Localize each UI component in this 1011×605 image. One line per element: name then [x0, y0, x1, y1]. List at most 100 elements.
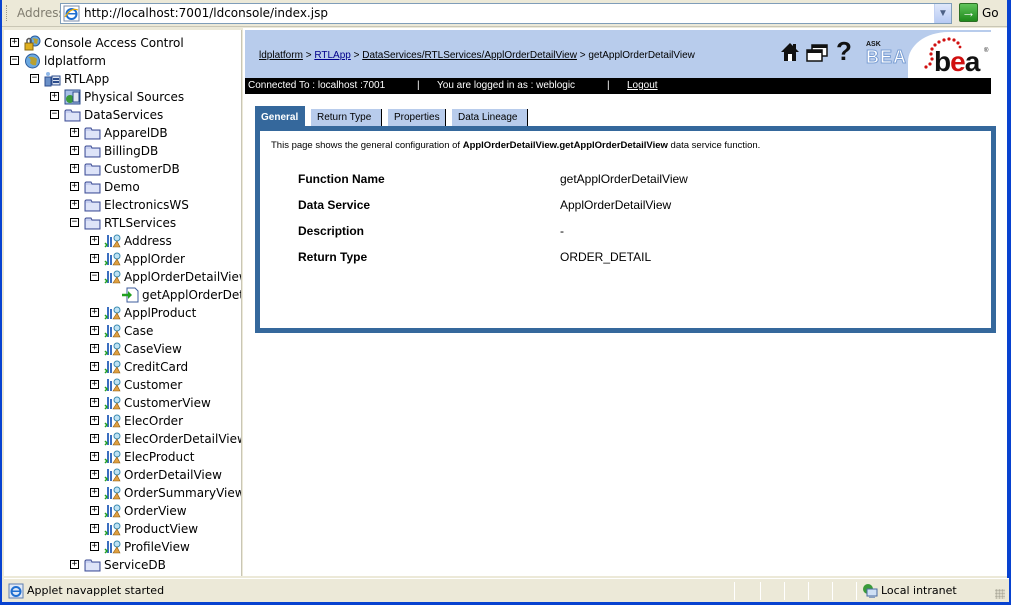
expand-icon[interactable]: + [10, 38, 19, 47]
ask-bea-button[interactable]: ASK BEA [865, 41, 910, 68]
tree-item[interactable]: − RTLApp [4, 70, 241, 88]
toolbar-grip[interactable] [6, 5, 9, 21]
expand-icon[interactable]: + [90, 506, 99, 515]
breadcrumb-link-ldplatform[interactable]: ldplatform [259, 50, 303, 61]
collapse-icon[interactable]: − [70, 218, 79, 227]
tree-item[interactable]: − ApplOrderDetailView [4, 268, 241, 286]
go-button[interactable]: → Go [957, 3, 1007, 23]
tree-item-label: ApplOrder [124, 252, 185, 266]
tree-item[interactable]: + OrderView [4, 502, 241, 520]
resize-grip[interactable] [995, 589, 1005, 599]
tree-item[interactable]: + BillingDB [4, 142, 241, 160]
data-service-icon [104, 413, 121, 429]
tree-item-label: getApplOrderDetailView [142, 288, 241, 302]
breadcrumb-link-dataservice[interactable]: DataServices/RTLServices/ApplOrderDetail… [362, 50, 577, 61]
tree-item[interactable]: + ElectronicsWS [4, 196, 241, 214]
tab-general[interactable]: General [255, 106, 305, 126]
expand-icon[interactable]: + [90, 380, 99, 389]
logout-link[interactable]: Logout [627, 80, 658, 91]
data-service-icon [104, 377, 121, 393]
expand-icon[interactable]: + [90, 434, 99, 443]
tree-item[interactable]: + Customer [4, 376, 241, 394]
tree-item[interactable]: + CreditCard [4, 358, 241, 376]
data-service-icon [104, 449, 121, 465]
tree-item[interactable]: + Console Access Control [4, 34, 241, 52]
tree-item[interactable]: + OrderSummaryView [4, 484, 241, 502]
expand-icon[interactable]: + [70, 200, 79, 209]
help-icon[interactable]: ? [836, 36, 852, 67]
bea-logo-text: bea [934, 46, 980, 77]
tree-item[interactable]: + Case [4, 322, 241, 340]
tree-item-label: CaseView [124, 342, 182, 356]
expand-icon[interactable]: + [70, 560, 79, 569]
expand-icon[interactable]: + [90, 326, 99, 335]
tree-item[interactable]: + CustomerView [4, 394, 241, 412]
collapse-icon[interactable]: − [10, 56, 19, 65]
expand-icon[interactable]: + [90, 452, 99, 461]
expand-icon[interactable]: + [70, 164, 79, 173]
address-bar: Address http://localhost:7001/ldconsole/… [2, 0, 1007, 27]
tree-item[interactable]: + Physical Sources [4, 88, 241, 106]
tree-item[interactable]: + ProductView [4, 520, 241, 538]
expand-icon[interactable]: + [90, 542, 99, 551]
tab-return-type[interactable]: Return Type [311, 109, 382, 126]
tree-item[interactable]: + ApplOrder [4, 250, 241, 268]
registered-mark: ® [984, 48, 989, 54]
address-dropdown-button[interactable]: ▼ [934, 4, 951, 23]
ie-page-icon [8, 583, 24, 599]
globe-icon [24, 53, 41, 69]
collapse-icon[interactable]: − [30, 74, 39, 83]
expand-icon[interactable]: + [70, 146, 79, 155]
expand-icon[interactable]: + [90, 362, 99, 371]
expand-icon[interactable]: + [90, 308, 99, 317]
expand-icon[interactable]: + [90, 398, 99, 407]
tree-item[interactable]: + ProfileView [4, 538, 241, 556]
navigation-tree[interactable]: + Console Access Control − ldplatform − RTLAp… [4, 30, 242, 576]
expand-icon[interactable]: + [90, 416, 99, 425]
tree-item[interactable]: + CaseView [4, 340, 241, 358]
collapse-icon[interactable]: − [50, 110, 59, 119]
expand-icon[interactable]: + [90, 254, 99, 263]
tree-item[interactable]: getApplOrderDetailView [4, 286, 241, 304]
tree-item[interactable]: + ElecOrderDetailView [4, 430, 241, 448]
tree-item[interactable]: − DataServices [4, 106, 241, 124]
tree-item[interactable]: + Address [4, 232, 241, 250]
folder-icon [84, 557, 101, 573]
tab-data-lineage[interactable]: Data Lineage [452, 109, 528, 126]
expand-icon[interactable]: + [90, 524, 99, 533]
expand-icon[interactable]: + [70, 128, 79, 137]
new-window-icon[interactable] [806, 44, 828, 62]
expand-icon[interactable]: + [90, 236, 99, 245]
tree-item-label: RTLServices [104, 216, 177, 230]
tree-item[interactable]: + ElecProduct [4, 448, 241, 466]
expand-icon[interactable]: + [90, 488, 99, 497]
tree-item-label: ApparelDB [104, 126, 168, 140]
address-input[interactable]: http://localhost:7001/ldconsole/index.js… [60, 3, 952, 24]
tree-item[interactable]: + ServiceDB [4, 556, 241, 574]
expand-icon[interactable]: + [90, 344, 99, 353]
breadcrumb-current: getApplOrderDetailView [588, 50, 695, 61]
tree-item[interactable]: + ElecOrder [4, 412, 241, 430]
tree-item[interactable]: + ApplProduct [4, 304, 241, 322]
expand-icon[interactable]: + [90, 470, 99, 479]
expand-icon[interactable]: + [70, 182, 79, 191]
data-service-icon [104, 359, 121, 375]
breadcrumb-separator: > [353, 50, 360, 61]
tree-item-label: Customer [124, 378, 183, 392]
tree-item[interactable]: − RTLServices [4, 214, 241, 232]
url-text[interactable]: http://localhost:7001/ldconsole/index.js… [84, 6, 328, 20]
tree-item[interactable]: − ldplatform [4, 52, 241, 70]
home-icon[interactable] [780, 42, 800, 62]
collapse-icon[interactable]: − [90, 272, 99, 281]
tree-item[interactable]: + Demo [4, 178, 241, 196]
tree-item[interactable]: + OrderDetailView [4, 466, 241, 484]
data-service-icon [104, 251, 121, 267]
tab-properties[interactable]: Properties [388, 109, 446, 126]
expand-icon[interactable]: + [50, 92, 59, 101]
property-label: Return Type [298, 250, 368, 264]
data-service-icon [104, 485, 121, 501]
tree-item[interactable]: + CustomerDB [4, 160, 241, 178]
breadcrumb-link-rtlapp[interactable]: RTLApp [314, 50, 351, 61]
tree-item[interactable]: + ApparelDB [4, 124, 241, 142]
tree-item-label: BillingDB [104, 144, 159, 158]
